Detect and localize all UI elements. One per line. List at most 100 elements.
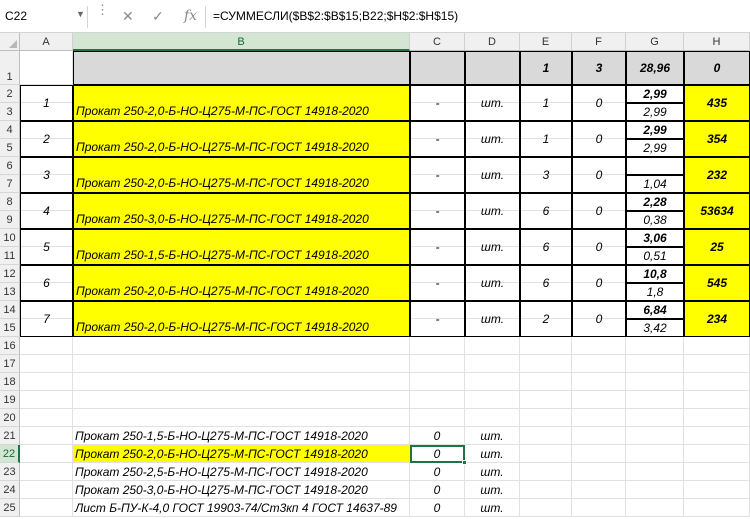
- summary-value[interactable]: 0: [410, 427, 465, 445]
- name-box[interactable]: C22: [0, 6, 88, 28]
- grid-cell[interactable]: [684, 391, 750, 409]
- function-icon[interactable]: fx: [184, 8, 197, 24]
- grid-cell[interactable]: [465, 391, 520, 409]
- grid-cell[interactable]: [520, 409, 572, 427]
- row-header-22[interactable]: 22: [0, 445, 20, 463]
- grid-cell[interactable]: [684, 373, 750, 391]
- grid-cell[interactable]: [572, 445, 626, 463]
- grid-cell[interactable]: [684, 445, 750, 463]
- row-header-15[interactable]: 15: [0, 319, 20, 337]
- row-header-6[interactable]: 6: [0, 157, 20, 175]
- row-header-8[interactable]: 8: [0, 193, 20, 211]
- grid-cell[interactable]: [465, 355, 520, 373]
- grid-cell[interactable]: [465, 373, 520, 391]
- summary-value[interactable]: 0: [410, 499, 465, 517]
- column-header-f[interactable]: F: [572, 33, 626, 51]
- grid-cell[interactable]: [684, 427, 750, 445]
- grid-cell[interactable]: [520, 373, 572, 391]
- fill-handle[interactable]: [462, 460, 467, 465]
- row-header-1[interactable]: 1: [0, 51, 20, 85]
- column-header-h[interactable]: H: [684, 33, 750, 51]
- grid-cell[interactable]: [572, 373, 626, 391]
- row-header-4[interactable]: 4: [0, 121, 20, 139]
- grid-cell[interactable]: [572, 499, 626, 517]
- grid-cell[interactable]: [20, 427, 73, 445]
- row-header-2[interactable]: 2: [0, 85, 20, 103]
- grid-cell[interactable]: [20, 337, 73, 355]
- select-all-corner[interactable]: [0, 33, 20, 51]
- grid-cell[interactable]: [626, 391, 684, 409]
- summary-value[interactable]: 0: [410, 463, 465, 481]
- grid-cell[interactable]: [626, 445, 684, 463]
- grid-cell[interactable]: [520, 391, 572, 409]
- grid-cell[interactable]: [572, 409, 626, 427]
- row-header-5[interactable]: 5: [0, 139, 20, 157]
- row-header-17[interactable]: 17: [0, 355, 20, 373]
- grid-cell[interactable]: [520, 337, 572, 355]
- row-header-16[interactable]: 16: [0, 337, 20, 355]
- grid-cell[interactable]: [626, 337, 684, 355]
- row-header-7[interactable]: 7: [0, 175, 20, 193]
- grid-cell[interactable]: [684, 463, 750, 481]
- cancel-icon[interactable]: ✕: [122, 8, 134, 25]
- grid-cell[interactable]: [20, 445, 73, 463]
- grid-cell[interactable]: [520, 463, 572, 481]
- grid-cell[interactable]: [626, 463, 684, 481]
- grid-cell[interactable]: [73, 355, 410, 373]
- grid-cell[interactable]: [572, 337, 626, 355]
- grid-cell[interactable]: [626, 355, 684, 373]
- column-header-c[interactable]: C: [410, 33, 465, 51]
- grid-cell[interactable]: [626, 427, 684, 445]
- grid-cell[interactable]: [410, 409, 465, 427]
- grid-cell[interactable]: [20, 499, 73, 517]
- row-header-13[interactable]: 13: [0, 283, 20, 301]
- row-header-10[interactable]: 10: [0, 229, 20, 247]
- confirm-icon[interactable]: ✓: [152, 8, 164, 25]
- grid-cell[interactable]: [520, 427, 572, 445]
- grid-cell[interactable]: [626, 481, 684, 499]
- grid-cell[interactable]: [626, 499, 684, 517]
- grid-cell[interactable]: [20, 373, 73, 391]
- grid-cell[interactable]: [684, 337, 750, 355]
- formula-input[interactable]: =СУММЕСЛИ($B$2:$B$15;B22;$H$2:$H$15): [213, 9, 458, 23]
- grid-cell[interactable]: [20, 481, 73, 499]
- grid-cell[interactable]: [73, 337, 410, 355]
- row-header-19[interactable]: 19: [0, 391, 20, 409]
- row-header-12[interactable]: 12: [0, 265, 20, 283]
- column-header-d[interactable]: D: [465, 33, 520, 51]
- grid-cell[interactable]: [20, 51, 73, 85]
- grid-cell[interactable]: [520, 355, 572, 373]
- grid-cell[interactable]: [520, 499, 572, 517]
- grid-cell[interactable]: [684, 499, 750, 517]
- column-header-b[interactable]: B: [73, 33, 410, 51]
- drag-handle-icon[interactable]: ⋮: [96, 3, 109, 16]
- grid-cell[interactable]: [73, 409, 410, 427]
- grid-cell[interactable]: [684, 355, 750, 373]
- grid-cell[interactable]: [410, 391, 465, 409]
- grid-cell[interactable]: [520, 481, 572, 499]
- row-header-14[interactable]: 14: [0, 301, 20, 319]
- grid-cell[interactable]: [410, 337, 465, 355]
- column-header-g[interactable]: G: [626, 33, 684, 51]
- row-header-9[interactable]: 9: [0, 211, 20, 229]
- grid-cell[interactable]: [20, 463, 73, 481]
- grid-cell[interactable]: [684, 481, 750, 499]
- grid-cell[interactable]: [520, 445, 572, 463]
- row-header-3[interactable]: 3: [0, 103, 20, 121]
- grid-cell[interactable]: [626, 409, 684, 427]
- grid-cell[interactable]: [465, 337, 520, 355]
- row-header-11[interactable]: 11: [0, 247, 20, 265]
- grid-cell[interactable]: [410, 373, 465, 391]
- grid-cell[interactable]: [20, 391, 73, 409]
- selected-cell[interactable]: 0: [410, 445, 465, 463]
- row-header-23[interactable]: 23: [0, 463, 20, 481]
- spreadsheet-grid[interactable]: A B C D E F G H 1 2 3 4 5 6 7 8 9 10 11 12 13 14 15 16 17 18 19 20 2…: [0, 33, 750, 519]
- row-header-21[interactable]: 21: [0, 427, 20, 445]
- grid-cell[interactable]: [626, 373, 684, 391]
- grid-cell[interactable]: [572, 427, 626, 445]
- grid-cell[interactable]: [684, 409, 750, 427]
- grid-cell[interactable]: [572, 481, 626, 499]
- row-header-25[interactable]: 25: [0, 499, 20, 517]
- grid-cell[interactable]: [572, 355, 626, 373]
- name-box-dropdown-icon[interactable]: ▼: [76, 9, 85, 19]
